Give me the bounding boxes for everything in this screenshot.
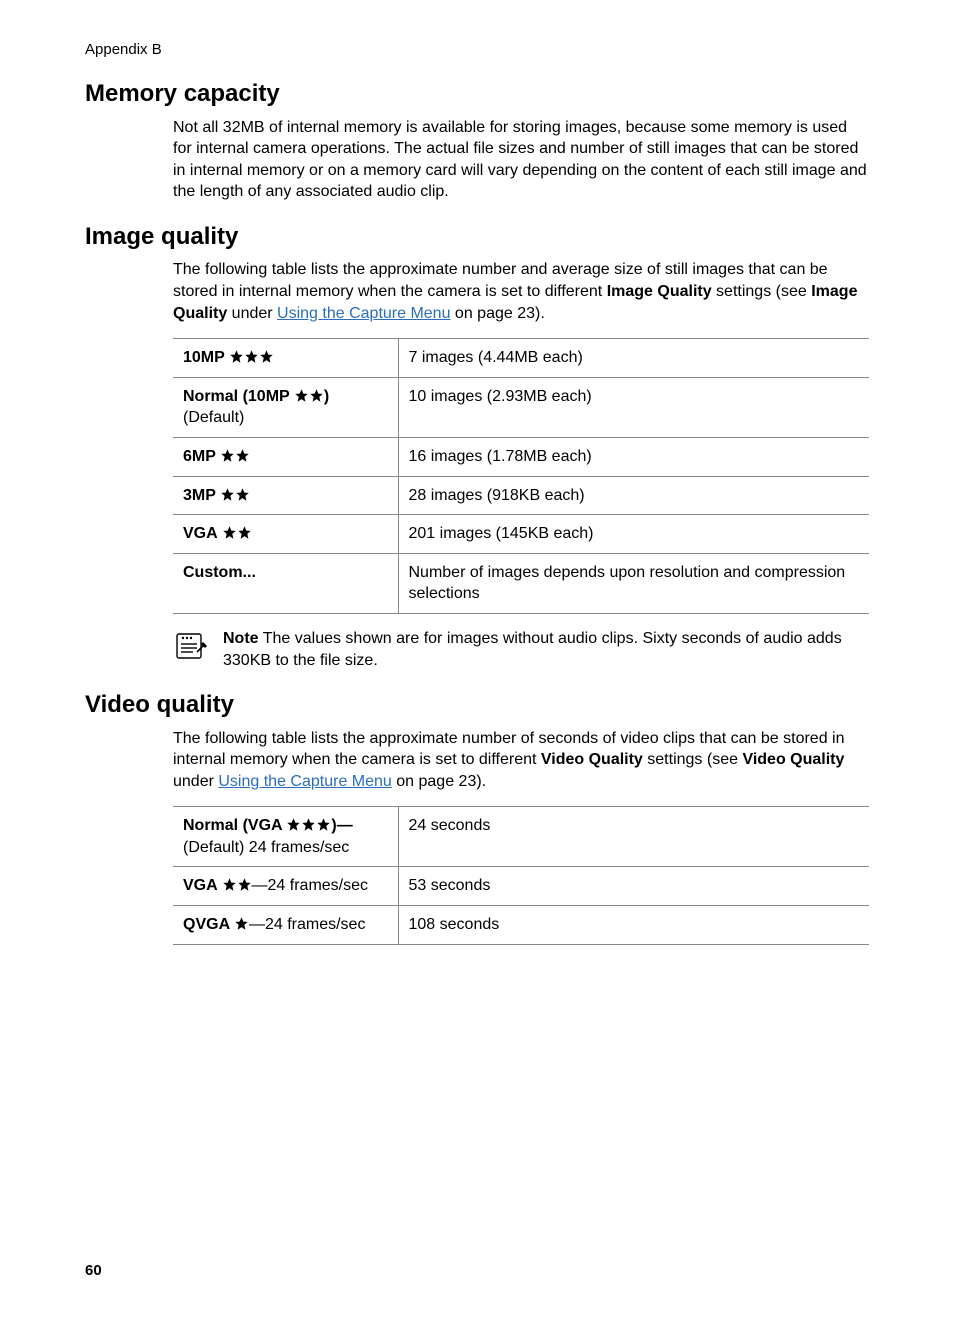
table-row: QVGA —24 frames/sec108 seconds <box>173 906 869 945</box>
text: under <box>227 305 277 322</box>
note-label: Note <box>223 630 259 647</box>
video-quality-table: Normal (VGA )—(Default) 24 frames/sec24 … <box>173 806 869 944</box>
table-cell-setting: 6MP <box>173 437 398 476</box>
note-block: Note The values shown are for images wit… <box>173 628 869 671</box>
text: settings (see <box>712 283 812 300</box>
image-quality-table: 10MP 7 images (4.44MB each)Normal (10MP … <box>173 338 869 614</box>
table-row: 10MP 7 images (4.44MB each) <box>173 339 869 378</box>
table-cell-value: 10 images (2.93MB each) <box>398 377 869 437</box>
table-row: 6MP 16 images (1.78MB each) <box>173 437 869 476</box>
table-row: 3MP 28 images (918KB each) <box>173 476 869 515</box>
table-row: Normal (VGA )—(Default) 24 frames/sec24 … <box>173 807 869 867</box>
table-cell-setting: 3MP <box>173 476 398 515</box>
note-body: The values shown are for images without … <box>223 630 842 669</box>
note-icon <box>173 628 207 662</box>
table-cell-setting: VGA —24 frames/sec <box>173 867 398 906</box>
video-body: The following table lists the approximat… <box>173 728 869 945</box>
text: settings (see <box>643 751 743 768</box>
appendix-label: Appendix B <box>85 40 869 60</box>
memory-paragraph: Not all 32MB of internal memory is avail… <box>173 117 869 203</box>
text-bold: Video Quality <box>742 751 844 768</box>
text: under <box>173 773 218 790</box>
text-bold: Video Quality <box>541 751 643 768</box>
link-using-capture-menu[interactable]: Using the Capture Menu <box>277 305 450 322</box>
text: on page 23). <box>392 773 486 790</box>
table-cell-value: Number of images depends upon resolution… <box>398 553 869 613</box>
table-cell-setting: VGA <box>173 515 398 554</box>
heading-memory-capacity: Memory capacity <box>85 78 869 110</box>
image-paragraph: The following table lists the approximat… <box>173 259 869 324</box>
table-cell-value: 201 images (145KB each) <box>398 515 869 554</box>
table-cell-value: 28 images (918KB each) <box>398 476 869 515</box>
table-cell-setting: Normal (10MP )(Default) <box>173 377 398 437</box>
note-text: Note The values shown are for images wit… <box>223 628 869 671</box>
heading-image-quality: Image quality <box>85 221 869 253</box>
image-body: The following table lists the approximat… <box>173 259 869 671</box>
page-number: 60 <box>85 1261 102 1281</box>
table-row: VGA 201 images (145KB each) <box>173 515 869 554</box>
table-row: VGA —24 frames/sec53 seconds <box>173 867 869 906</box>
heading-video-quality: Video quality <box>85 689 869 721</box>
page: Appendix B Memory capacity Not all 32MB … <box>0 0 954 1321</box>
memory-body: Not all 32MB of internal memory is avail… <box>173 117 869 203</box>
text: on page 23). <box>450 305 544 322</box>
table-cell-setting: Custom... <box>173 553 398 613</box>
table-cell-setting: QVGA —24 frames/sec <box>173 906 398 945</box>
table-cell-value: 24 seconds <box>398 807 869 867</box>
table-cell-value: 7 images (4.44MB each) <box>398 339 869 378</box>
table-row: Normal (10MP )(Default)10 images (2.93MB… <box>173 377 869 437</box>
link-using-capture-menu[interactable]: Using the Capture Menu <box>218 773 391 790</box>
table-cell-value: 16 images (1.78MB each) <box>398 437 869 476</box>
table-row: Custom...Number of images depends upon r… <box>173 553 869 613</box>
video-paragraph: The following table lists the approximat… <box>173 728 869 793</box>
table-cell-value: 53 seconds <box>398 867 869 906</box>
text-bold: Image Quality <box>607 283 712 300</box>
table-cell-value: 108 seconds <box>398 906 869 945</box>
table-cell-setting: 10MP <box>173 339 398 378</box>
table-cell-setting: Normal (VGA )—(Default) 24 frames/sec <box>173 807 398 867</box>
